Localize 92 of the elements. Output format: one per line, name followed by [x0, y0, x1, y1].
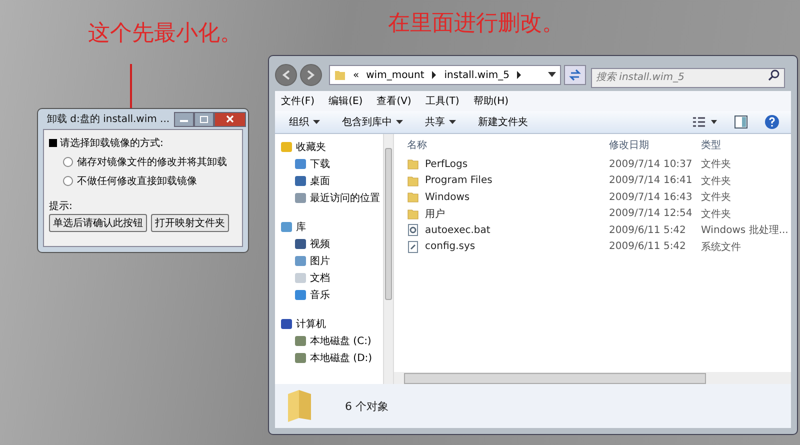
- preview-pane-icon: [734, 115, 748, 129]
- nav-item[interactable]: 视频: [281, 237, 383, 250]
- file-row[interactable]: autoexec.bat 2009/6/11 5:42 Windows 批处理...: [402, 222, 791, 238]
- file-row[interactable]: Program Files 2009/7/14 16:41 文件夹: [402, 172, 791, 189]
- file-type: 文件夹: [701, 208, 732, 221]
- search-icon: [768, 69, 780, 81]
- breadcrumb-item[interactable]: «: [353, 70, 360, 80]
- file-type: 文件夹: [701, 158, 732, 172]
- file-name: PerfLogs: [425, 158, 468, 170]
- file-name: config.sys: [425, 241, 476, 252]
- dialog-button[interactable]: 单选后请确认此按钮: [49, 214, 147, 232]
- toolbar-button[interactable]: 包含到库中: [334, 113, 411, 131]
- close-button[interactable]: [214, 112, 246, 126]
- nav-item[interactable]: 收藏夹: [281, 140, 383, 153]
- maximize-icon: [198, 115, 209, 123]
- vertical-scrollbar[interactable]: [382, 134, 394, 384]
- dialog-button[interactable]: 打开映射文件夹: [151, 214, 229, 232]
- forward-button[interactable]: [300, 64, 322, 86]
- nav-item[interactable]: 桌面: [281, 174, 383, 187]
- help-icon: [764, 114, 780, 130]
- folder-icon: [407, 208, 419, 220]
- breadcrumb-item[interactable]: wim_mount: [366, 70, 424, 80]
- file-date: 2009/7/14 16:41: [609, 175, 694, 186]
- prompt-text: 请选择卸载镜像的方式:: [60, 136, 164, 150]
- nav-item[interactable]: 音乐: [281, 288, 383, 301]
- nav-item[interactable]: 本地磁盘 (D:): [281, 351, 383, 364]
- annotation-text: 在里面进行删改。: [388, 10, 564, 38]
- file-type: 文件夹: [701, 174, 732, 188]
- nav-item[interactable]: 图片: [281, 254, 383, 267]
- file-date: 2009/7/14 12:54: [609, 208, 694, 220]
- system-file-icon: [407, 240, 419, 253]
- file-type: Windows 批处理...: [701, 224, 790, 238]
- radio-option[interactable]: 不做任何修改直接卸载镜像: [49, 174, 237, 188]
- file-name: 用户: [425, 208, 445, 221]
- radio-option[interactable]: 储存对镜像文件的修改并将其卸载: [49, 155, 237, 169]
- menu-item[interactable]: 帮助(H): [473, 94, 509, 108]
- nav-item[interactable]: 本地磁盘 (C:): [281, 334, 383, 347]
- folder-icon: [407, 158, 419, 170]
- square-bullet-icon: [49, 139, 57, 147]
- minimize-button[interactable]: [174, 112, 194, 126]
- menu-item[interactable]: 文件(F): [281, 94, 315, 108]
- file-name: Program Files: [425, 175, 492, 186]
- nav-item[interactable]: 下载: [281, 157, 383, 170]
- chevron-icon: [516, 71, 522, 79]
- file-row[interactable]: config.sys 2009/6/11 5:42 系统文件: [402, 238, 791, 255]
- menu-item[interactable]: 查看(V): [376, 94, 412, 108]
- annotation-text: 这个先最小化。: [88, 20, 242, 48]
- search-field[interactable]: 搜索 install.wim_5: [591, 68, 785, 88]
- refresh-button[interactable]: [564, 65, 586, 85]
- refresh-arrows-icon: [568, 68, 582, 82]
- nav-item[interactable]: 最近访问的位置: [281, 191, 383, 204]
- column-header[interactable]: 名称: [402, 138, 609, 152]
- file-date: 2009/7/14 16:43: [609, 192, 694, 203]
- nav-item[interactable]: 库: [281, 220, 383, 233]
- folder-icon: [407, 174, 419, 187]
- horizontal-scrollbar[interactable]: [394, 372, 791, 384]
- maximize-button[interactable]: [194, 112, 214, 126]
- toolbar-button[interactable]: 组织: [281, 113, 328, 131]
- file-type: 系统文件: [701, 240, 742, 254]
- list-view-icon: [692, 116, 718, 128]
- nav-item[interactable]: 计算机: [281, 317, 383, 330]
- hint-label: 提示:: [49, 200, 74, 213]
- file-row[interactable]: Windows 2009/7/14 16:43 文件夹: [402, 189, 791, 206]
- gear-file-icon: [407, 224, 419, 236]
- column-header[interactable]: 类型: [701, 138, 791, 152]
- folder-icon: [407, 191, 419, 204]
- file-type: 文件夹: [701, 190, 732, 204]
- file-date: 2009/6/11 5:42: [609, 224, 687, 236]
- file-date: 2009/6/11 5:42: [609, 241, 687, 252]
- file-row[interactable]: 用户 2009/7/14 12:54 文件夹: [402, 206, 791, 222]
- toolbar-button[interactable]: 共享: [417, 113, 464, 131]
- file-name: Windows: [425, 192, 470, 203]
- nav-item[interactable]: 文档: [281, 271, 383, 284]
- menu-item[interactable]: 工具(T): [425, 94, 460, 108]
- file-row[interactable]: PerfLogs 2009/7/14 10:37 文件夹: [402, 156, 791, 172]
- dropdown-caret-icon: [548, 72, 556, 78]
- file-name: autoexec.bat: [425, 224, 490, 236]
- back-button[interactable]: [275, 64, 297, 86]
- column-header[interactable]: 修改日期: [609, 138, 701, 152]
- file-date: 2009/7/14 10:37: [609, 158, 694, 170]
- breadcrumb-item[interactable]: install.wim_5: [444, 70, 510, 80]
- dropdown-caret-icon: [449, 120, 456, 124]
- status-text: 6 个对象: [345, 398, 388, 414]
- close-icon: [224, 115, 235, 123]
- chevron-icon: [431, 71, 438, 79]
- window-title: 卸载 d:盘的 install.wim ...: [47, 112, 170, 126]
- address-bar[interactable]: « wim_mount install.wim_5: [329, 65, 561, 85]
- toolbar-button[interactable]: 新建文件夹: [470, 113, 536, 131]
- folder-icon: [334, 69, 346, 81]
- menu-item[interactable]: 编辑(E): [328, 94, 363, 108]
- dropdown-caret-icon: [313, 120, 320, 124]
- dropdown-caret-icon: [396, 120, 403, 124]
